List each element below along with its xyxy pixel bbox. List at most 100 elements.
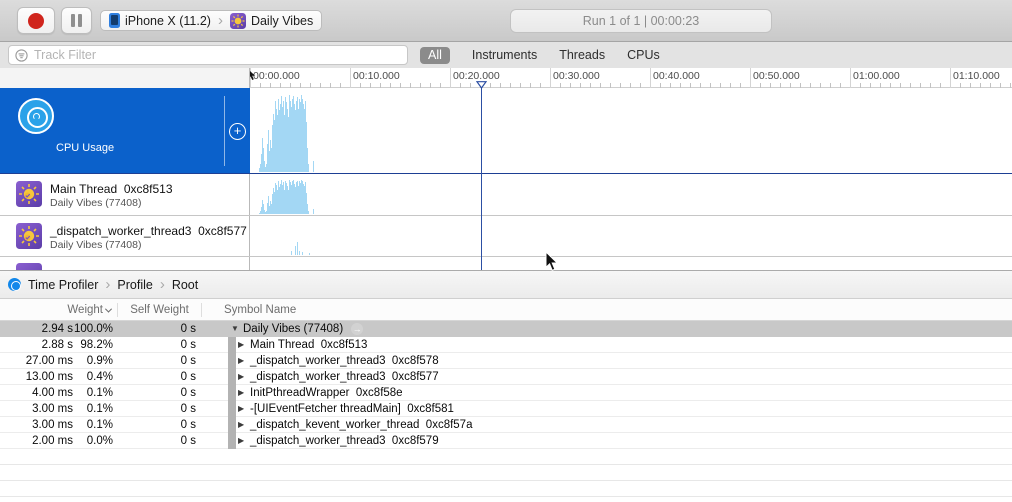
major-tick <box>750 68 751 88</box>
timeline-pane: 00:00.000 00:10.000 00:20.000 00:30.000 00:4… <box>0 68 1012 270</box>
scope-button-all[interactable]: All <box>420 46 450 64</box>
track-list: CPU Usage + Main Thread 0xc8f513 Daily V… <box>0 88 1012 270</box>
run-info: Run 1 of 1 | 00:00:23 <box>510 9 772 33</box>
column-header-symbol-name[interactable]: Symbol Name <box>202 304 296 316</box>
track-header-divider <box>224 96 225 166</box>
symbol-name: Daily Vibes (77408) <box>243 322 344 335</box>
table-row[interactable]: 2.00 ms 0.0% 0 s ▶ _dispatch_worker_thread3 … <box>0 433 1012 449</box>
ruler-label: 00:10.000 <box>353 70 400 82</box>
track-cpu-usage-lane[interactable] <box>250 88 1012 173</box>
track-main-thread-lane[interactable] <box>250 174 1012 215</box>
self-weight-value: 0 s <box>180 354 196 367</box>
table-row[interactable]: 13.00 ms 0.4% 0 s ▶ _dispatch_worker_thread3… <box>0 369 1012 385</box>
weight-value: 2.88 s <box>41 338 73 351</box>
symbol-name: _dispatch_worker_thread3 0xc8f577 <box>250 370 439 383</box>
chart-sample <box>313 161 314 172</box>
table-row[interactable]: 3.00 ms 0.1% 0 s ▶ -[UIEventFetcher threadMa… <box>0 401 1012 417</box>
column-header-self-weight[interactable]: Self Weight <box>118 302 202 317</box>
ruler-left-gutter <box>0 68 250 88</box>
breadcrumb-item-profile[interactable]: Profile <box>117 278 152 292</box>
run-info-label: Run 1 of 1 | 00:00:23 <box>582 14 700 28</box>
track-partial-lane <box>250 257 1012 270</box>
weight-value: 13.00 ms <box>25 370 73 383</box>
disclosure-collapsed-icon[interactable]: ▶ <box>238 372 247 381</box>
track-partial-clipped[interactable] <box>0 257 1012 270</box>
playhead-marker[interactable] <box>476 81 487 89</box>
scope-button-cpus[interactable]: CPUs <box>627 48 660 62</box>
empty-row <box>0 481 1012 497</box>
self-weight-value: 0 s <box>180 338 196 351</box>
symbol-name: -[UIEventFetcher threadMain] 0xc8f581 <box>250 402 454 415</box>
table-row[interactable]: 27.00 ms 0.9% 0 s ▶ _dispatch_worker_thread3… <box>0 353 1012 369</box>
focus-arrow-button[interactable]: → <box>351 322 364 335</box>
target-picker[interactable]: iPhone X (11.2) › Daily Vibes <box>100 10 323 31</box>
disclosure-collapsed-icon[interactable]: ▶ <box>238 404 247 413</box>
track-dispatch-worker[interactable]: _dispatch_worker_thread3 0xc8f577 Daily … <box>0 216 1012 257</box>
tree-indent-guide <box>228 337 236 353</box>
track-cpu-usage-header[interactable]: CPU Usage + <box>0 88 250 173</box>
track-filter-input[interactable] <box>34 48 401 62</box>
scope-button-threads[interactable]: Threads <box>559 48 605 62</box>
daily-vibes-app-icon <box>16 263 42 270</box>
breadcrumb: Time Profiler › Profile › Root <box>0 270 1012 299</box>
symbol-name: _dispatch_worker_thread3 0xc8f578 <box>250 354 439 367</box>
table-row[interactable]: 2.94 s 100.0% 0 s ▼ Daily Vibes (77408) → <box>0 321 1012 337</box>
disclosure-collapsed-icon[interactable]: ▶ <box>238 436 247 445</box>
track-dispatch-worker-header[interactable]: _dispatch_worker_thread3 0xc8f577 Daily … <box>0 216 250 256</box>
track-title: CPU Usage <box>56 142 115 154</box>
track-filter-field[interactable] <box>8 45 408 65</box>
pause-button[interactable] <box>61 7 92 34</box>
chart-sample <box>302 252 303 255</box>
disclosure-collapsed-icon[interactable]: ▶ <box>238 340 247 349</box>
table-row[interactable]: 3.00 ms 0.1% 0 s ▶ _dispatch_kevent_worker_t… <box>0 417 1012 433</box>
pause-icon <box>71 14 82 27</box>
timeline-ruler[interactable]: 00:00.000 00:10.000 00:20.000 00:30.000 00:4… <box>0 68 1012 88</box>
track-main-thread[interactable]: Main Thread 0xc8f513 Daily Vibes (77408) <box>0 174 1012 216</box>
target-segment[interactable]: Daily Vibes <box>251 14 313 28</box>
track-main-thread-header[interactable]: Main Thread 0xc8f513 Daily Vibes (77408) <box>0 174 250 215</box>
tree-indent-guide <box>228 369 236 385</box>
weight-percent: 0.1% <box>86 386 113 399</box>
track-cpu-usage[interactable]: CPU Usage + <box>0 88 1012 174</box>
table-row[interactable]: 2.88 s 98.2% 0 s ▶ Main Thread 0xc8f513 <box>0 337 1012 353</box>
self-weight-value: 0 s <box>180 434 196 447</box>
disclosure-collapsed-icon[interactable]: ▶ <box>238 356 247 365</box>
cpu-usage-chart <box>250 88 1012 173</box>
weight-percent: 0.0% <box>86 434 113 447</box>
ruler-label: 01:00.000 <box>853 70 900 82</box>
main-thread-chart <box>250 174 1012 215</box>
tree-indent-guide <box>228 353 236 369</box>
track-filter-bar: All Instruments Threads CPUs <box>0 42 1012 68</box>
table-header: Weight Self Weight Symbol Name <box>0 299 1012 321</box>
chevron-right-icon: › <box>105 276 111 293</box>
weight-percent: 0.1% <box>86 418 113 431</box>
track-partial-header <box>0 257 250 270</box>
ruler-label: 01:10.000 <box>953 70 1000 82</box>
ruler-start-marker <box>250 70 255 80</box>
filter-scope-buttons: All Instruments Threads CPUs <box>414 42 660 68</box>
scope-button-instruments[interactable]: Instruments <box>472 48 537 62</box>
track-subtitle: Daily Vibes (77408) <box>50 197 142 209</box>
disclosure-expanded-icon[interactable]: ▼ <box>231 324 240 333</box>
device-segment[interactable]: iPhone X (11.2) <box>125 14 211 28</box>
chart-sample <box>308 211 309 214</box>
track-dispatch-worker-lane[interactable] <box>250 216 1012 256</box>
empty-row <box>0 497 1012 502</box>
breadcrumb-item-root[interactable]: Root <box>172 278 198 292</box>
empty-row <box>0 449 1012 465</box>
major-tick <box>850 68 851 88</box>
major-tick <box>350 68 351 88</box>
disclosure-collapsed-icon[interactable]: ▶ <box>238 388 247 397</box>
record-button[interactable] <box>17 7 55 34</box>
symbol-name: InitPthreadWrapper 0xc8f58e <box>250 386 403 399</box>
table-row[interactable]: 4.00 ms 0.1% 0 s ▶ InitPthreadWrapper 0xc8f5… <box>0 385 1012 401</box>
playhead-line[interactable] <box>481 88 482 270</box>
column-header-weight[interactable]: Weight <box>0 302 118 317</box>
cpu-usage-instrument-icon <box>18 98 54 134</box>
disclosure-collapsed-icon[interactable]: ▶ <box>238 420 247 429</box>
breadcrumb-item-time-profiler[interactable]: Time Profiler <box>28 278 98 292</box>
filter-icon <box>15 48 28 62</box>
major-tick <box>450 68 451 88</box>
add-instrument-button[interactable]: + <box>229 123 246 140</box>
daily-vibes-app-icon <box>229 12 246 29</box>
